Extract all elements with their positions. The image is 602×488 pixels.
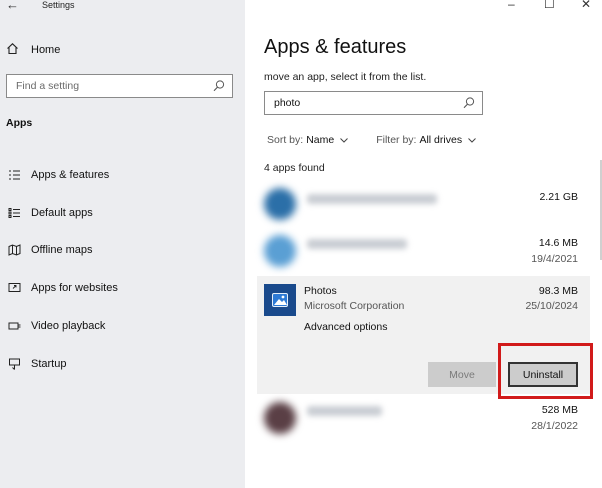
sidebar-item-label: Apps & features bbox=[31, 168, 110, 181]
apps-for-websites-icon bbox=[6, 281, 22, 295]
close-icon[interactable]: ✕ bbox=[581, 0, 591, 11]
app-list-item[interactable]: 2.21 GB bbox=[257, 182, 590, 228]
app-name: Photos bbox=[304, 285, 337, 297]
sidebar-item-label: Offline maps bbox=[31, 244, 93, 257]
sort-filter-bar: Sort by: Name Filter by: All drives bbox=[267, 134, 477, 146]
apps-features-icon bbox=[6, 168, 22, 182]
sort-by-dropdown[interactable]: Sort by: Name bbox=[267, 134, 349, 146]
app-size: 14.6 MB bbox=[538, 237, 578, 249]
window-title: Settings bbox=[42, 0, 75, 10]
sidebar-item-apps-for-websites[interactable]: Apps for websites bbox=[6, 269, 241, 307]
default-apps-icon bbox=[6, 206, 22, 220]
app-icon bbox=[264, 235, 296, 267]
nav-list: Apps & features Default apps Offline map… bbox=[6, 156, 241, 383]
nav-home[interactable]: Home bbox=[6, 40, 60, 60]
app-icon bbox=[264, 188, 296, 220]
sidebar-item-label: Startup bbox=[31, 357, 67, 370]
app-size: 528 MB bbox=[541, 404, 578, 416]
app-size: 98.3 MB bbox=[538, 285, 578, 297]
sidebar-item-label: Apps for websites bbox=[31, 282, 118, 295]
back-arrow-icon[interactable]: ← bbox=[6, 0, 19, 11]
filter-by-label: Filter by: bbox=[376, 134, 417, 146]
chevron-down-icon bbox=[339, 135, 349, 145]
sidebar-item-default-apps[interactable]: Default apps bbox=[6, 194, 241, 232]
apps-found-count: 4 apps found bbox=[264, 162, 325, 174]
app-search-input[interactable]: photo bbox=[264, 91, 483, 115]
app-install-date: 19/4/2021 bbox=[531, 253, 578, 265]
photos-app-icon bbox=[264, 284, 296, 316]
startup-icon bbox=[6, 357, 22, 371]
section-heading-apps: Apps bbox=[6, 117, 33, 129]
app-icon bbox=[264, 402, 296, 434]
filter-by-dropdown[interactable]: Filter by: All drives bbox=[376, 134, 477, 146]
app-install-date: 28/1/2022 bbox=[531, 420, 578, 432]
sidebar-item-label: Default apps bbox=[31, 206, 93, 219]
offline-maps-icon bbox=[6, 243, 22, 257]
sidebar-item-video-playback[interactable]: Video playback bbox=[6, 307, 241, 345]
sort-by-value: Name bbox=[306, 134, 335, 146]
sidebar: ← Settings Home Find a setting Apps Apps… bbox=[0, 0, 245, 488]
minimize-icon[interactable]: – bbox=[508, 0, 515, 11]
maximize-icon[interactable]: ☐ bbox=[544, 0, 555, 11]
page-subtitle: move an app, select it from the list. bbox=[264, 71, 427, 83]
app-list-item[interactable]: 528 MB 28/1/2022 bbox=[257, 397, 590, 443]
video-playback-icon bbox=[6, 319, 22, 333]
sidebar-item-apps-features[interactable]: Apps & features bbox=[6, 156, 241, 194]
page-title: Apps & features bbox=[264, 36, 407, 58]
advanced-options-link[interactable]: Advanced options bbox=[304, 321, 387, 333]
sidebar-item-offline-maps[interactable]: Offline maps bbox=[6, 232, 241, 270]
find-setting-placeholder: Find a setting bbox=[16, 80, 80, 92]
sidebar-item-startup[interactable]: Startup bbox=[6, 345, 241, 383]
blurred-app-name bbox=[307, 194, 437, 204]
home-icon bbox=[6, 42, 22, 58]
main-pane: – ☐ ✕ Apps & features move an app, selec… bbox=[245, 0, 602, 488]
search-icon[interactable] bbox=[212, 79, 226, 93]
sort-by-label: Sort by: bbox=[267, 134, 304, 146]
filter-by-value: All drives bbox=[419, 134, 463, 146]
nav-home-label: Home bbox=[31, 44, 61, 56]
blurred-app-name bbox=[307, 239, 407, 249]
app-size: 2.21 GB bbox=[539, 191, 578, 203]
sidebar-item-label: Video playback bbox=[31, 320, 106, 333]
chevron-down-icon bbox=[467, 135, 477, 145]
app-install-date: 25/10/2024 bbox=[525, 300, 578, 312]
find-setting-input[interactable]: Find a setting bbox=[6, 74, 233, 98]
app-list-item[interactable]: 14.6 MB 19/4/2021 bbox=[257, 229, 590, 275]
move-button[interactable]: Move bbox=[428, 362, 496, 387]
app-search-value: photo bbox=[274, 97, 301, 109]
highlight-box bbox=[498, 343, 593, 399]
blurred-app-name bbox=[307, 406, 382, 416]
search-icon[interactable] bbox=[462, 96, 476, 110]
app-publisher: Microsoft Corporation bbox=[304, 300, 405, 312]
